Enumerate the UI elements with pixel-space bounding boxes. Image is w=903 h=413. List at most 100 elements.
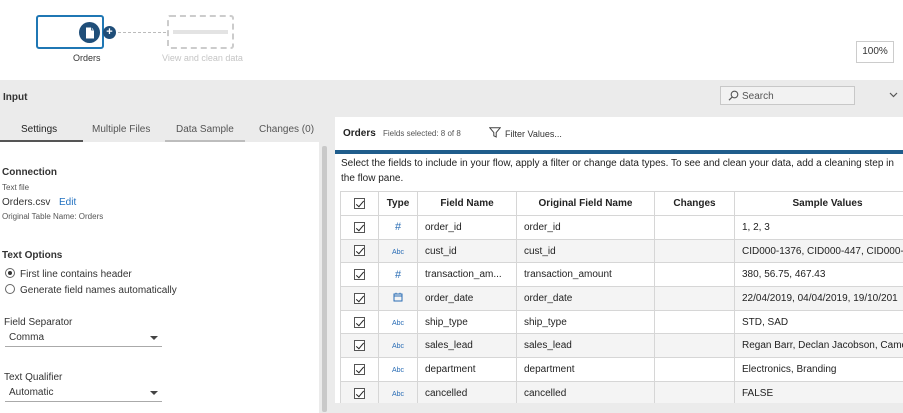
type-string-icon[interactable]: Abc — [378, 309, 418, 335]
sample-values-cell: STD, SAD — [734, 309, 903, 335]
table-row[interactable]: Abc department department Electronics, B… — [340, 357, 903, 382]
row-select-checkbox[interactable] — [340, 286, 379, 311]
zoom-level[interactable]: 100% — [856, 41, 894, 63]
row-select-checkbox[interactable] — [340, 215, 379, 240]
search-icon — [728, 90, 739, 104]
tab-settings[interactable]: Settings — [21, 124, 57, 135]
connection-type: Text file — [2, 183, 30, 192]
column-header-type[interactable]: Type — [378, 191, 418, 216]
generate-field-names-label: Generate field names automatically — [20, 285, 177, 296]
changes-cell — [654, 333, 735, 359]
changes-cell — [654, 262, 735, 288]
changes-cell — [654, 357, 735, 382]
field-name-cell[interactable]: cust_id — [417, 238, 517, 264]
table-row[interactable]: # order_id order_id 1, 2, 3 — [340, 215, 903, 240]
column-header-changes[interactable]: Changes — [654, 191, 735, 216]
original-field-name-cell: order_id — [516, 215, 655, 240]
checkbox-icon — [354, 269, 365, 281]
tab-changes[interactable]: Changes (0) — [259, 124, 314, 135]
sample-values-cell: 22/04/2019, 04/04/2019, 19/10/201 — [734, 286, 903, 311]
original-field-name-cell: ship_type — [516, 309, 655, 335]
caret-down-icon — [150, 336, 158, 340]
row-select-checkbox[interactable] — [340, 238, 379, 264]
sample-values-cell: 1, 2, 3 — [734, 215, 903, 240]
table-row[interactable]: Abc sales_lead sales_lead Regan Barr, De… — [340, 333, 903, 359]
sample-values-cell: FALSE — [734, 380, 903, 406]
original-field-name-cell: order_date — [516, 286, 655, 311]
checkbox-icon — [354, 221, 365, 233]
type-number-icon[interactable]: # — [378, 215, 418, 240]
text-qualifier-select[interactable]: Automatic — [5, 385, 162, 402]
connection-title: Connection — [2, 167, 57, 178]
chevron-down-icon[interactable] — [889, 89, 898, 101]
orders-description: Select the fields to include in your flo… — [341, 158, 894, 184]
search-placeholder: Search — [742, 91, 774, 102]
row-select-checkbox[interactable] — [340, 262, 379, 288]
edit-connection-link[interactable]: Edit — [59, 197, 76, 208]
text-qualifier-value: Automatic — [9, 387, 54, 398]
filter-values-button[interactable]: Filter Values... — [505, 129, 562, 139]
row-select-checkbox[interactable] — [340, 380, 379, 406]
tab-data-sample[interactable]: Data Sample — [176, 124, 234, 135]
sample-values-cell: CID000-1376, CID000-447, CID000-7 — [734, 238, 903, 264]
first-line-header-radio[interactable] — [5, 268, 15, 278]
tab-multiple-files[interactable]: Multiple Files — [92, 124, 150, 135]
flow-connector — [118, 32, 166, 33]
field-name-cell[interactable]: order_date — [417, 286, 517, 311]
sample-values-cell: 380, 56.75, 467.43 — [734, 262, 903, 288]
flow-canvas — [0, 0, 903, 80]
field-separator-value: Comma — [9, 332, 45, 343]
type-number-icon[interactable]: # — [378, 262, 418, 288]
fields-table: Type Field Name Original Field Name Chan… — [340, 191, 903, 406]
ghost-node-label: View and clean data — [162, 53, 243, 63]
first-line-header-label: First line contains header — [20, 269, 132, 280]
type-date-icon[interactable] — [378, 286, 418, 311]
select-all-checkbox[interactable] — [340, 191, 379, 216]
table-scrollbar[interactable] — [335, 403, 903, 413]
sample-values-cell: Regan Barr, Declan Jacobson, Camer — [734, 333, 903, 359]
field-name-cell[interactable]: ship_type — [417, 309, 517, 335]
table-row[interactable]: Abc ship_type ship_type STD, SAD — [340, 309, 903, 335]
original-field-name-cell: cust_id — [516, 238, 655, 264]
row-select-checkbox[interactable] — [340, 309, 379, 335]
add-step-button[interactable]: + — [103, 26, 116, 39]
table-row[interactable]: # transaction_am... transaction_amount 3… — [340, 262, 903, 288]
ghost-node-bar — [173, 30, 228, 34]
column-header-field-name[interactable]: Field Name — [417, 191, 517, 216]
type-string-icon[interactable]: Abc — [378, 357, 418, 382]
field-name-cell[interactable]: cancelled — [417, 380, 517, 406]
filter-icon[interactable] — [488, 127, 502, 141]
original-table-name: Original Table Name: Orders — [2, 212, 104, 221]
orders-accent-bar — [335, 150, 903, 154]
sample-values-cell: Electronics, Branding — [734, 357, 903, 382]
type-string-icon[interactable]: Abc — [378, 238, 418, 264]
checkbox-icon — [354, 245, 365, 257]
field-name-cell[interactable]: transaction_am... — [417, 262, 517, 288]
checkbox-icon — [354, 340, 365, 352]
checkbox-icon — [354, 363, 365, 375]
checkbox-icon — [354, 197, 365, 209]
field-name-cell[interactable]: sales_lead — [417, 333, 517, 359]
type-string-icon[interactable]: Abc — [378, 380, 418, 406]
changes-cell — [654, 380, 735, 406]
settings-scrollbar-thumb[interactable] — [322, 146, 327, 412]
text-qualifier-label: Text Qualifier — [4, 372, 63, 383]
row-select-checkbox[interactable] — [340, 357, 379, 382]
type-string-icon[interactable]: Abc — [378, 333, 418, 359]
field-separator-select[interactable]: Comma — [5, 330, 162, 347]
field-name-cell[interactable]: order_id — [417, 215, 517, 240]
column-header-sample-values[interactable]: Sample Values — [734, 191, 903, 216]
search-input[interactable]: Search — [720, 86, 855, 105]
table-row[interactable]: Abc cust_id cust_id CID000-1376, CID000-… — [340, 238, 903, 264]
field-name-cell[interactable]: department — [417, 357, 517, 382]
table-row[interactable]: order_date order_date 22/04/2019, 04/04/… — [340, 286, 903, 311]
changes-cell — [654, 309, 735, 335]
row-select-checkbox[interactable] — [340, 333, 379, 359]
panel-divider[interactable] — [332, 117, 335, 413]
input-node-label: Orders — [73, 53, 101, 63]
column-header-original-field-name[interactable]: Original Field Name — [516, 191, 655, 216]
checkbox-icon — [354, 387, 365, 399]
table-row[interactable]: Abc cancelled cancelled FALSE — [340, 380, 903, 406]
generate-field-names-radio[interactable] — [5, 284, 15, 294]
original-field-name-cell: department — [516, 357, 655, 382]
